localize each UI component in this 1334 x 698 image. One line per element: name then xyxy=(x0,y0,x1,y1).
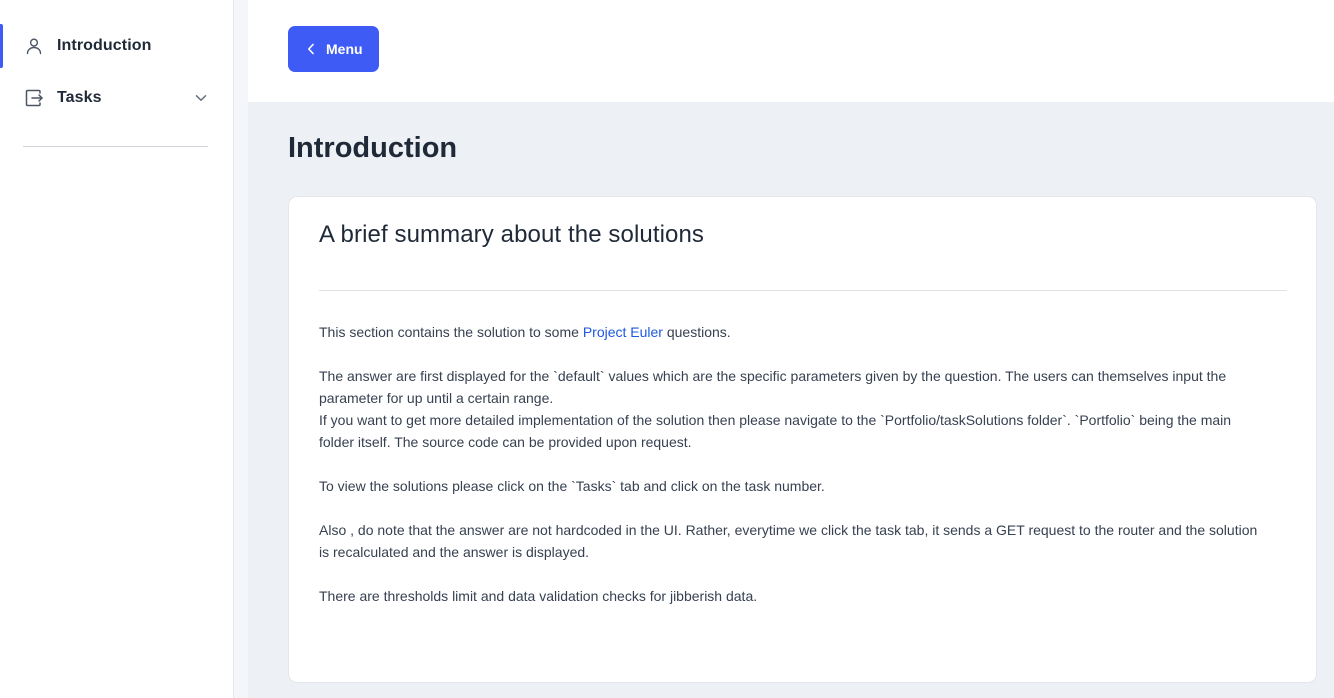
exit-box-icon xyxy=(24,88,44,108)
user-icon xyxy=(24,36,44,56)
main-content: Introduction A brief summary about the s… xyxy=(248,102,1334,698)
chevron-left-icon xyxy=(305,42,317,56)
menu-button-label: Menu xyxy=(326,41,363,57)
page-title: Introduction xyxy=(288,132,458,164)
sidebar-item-label: Introduction xyxy=(57,37,152,54)
defaults-paragraph: The answer are first displayed for the `… xyxy=(319,368,1227,406)
summary-card: A brief summary about the solutions This… xyxy=(288,196,1317,683)
intro-text-end: questions. xyxy=(662,324,731,340)
sidebar-item-introduction[interactable]: Introduction xyxy=(0,23,233,69)
sidebar-item-tasks[interactable]: Tasks xyxy=(0,75,233,121)
implementation-paragraph: If you want to get more detailed impleme… xyxy=(319,412,1232,450)
card-divider xyxy=(319,290,1287,291)
app-window: Introduction Tasks Menu Introduction A b… xyxy=(0,0,1334,698)
menu-button[interactable]: Menu xyxy=(288,26,379,72)
sidebar-divider xyxy=(23,146,208,147)
card-body: This section contains the solution to so… xyxy=(319,321,1269,607)
sidebar-gutter xyxy=(234,0,248,698)
intro-paragraph: This section contains the solution to so… xyxy=(319,321,1269,343)
project-euler-link[interactable]: Project Euler xyxy=(583,324,663,340)
tasks-paragraph: To view the solutions please click on th… xyxy=(319,478,825,494)
sidebar-item-label: Tasks xyxy=(57,89,102,106)
thresholds-paragraph: There are thresholds limit and data vali… xyxy=(319,588,758,604)
hardcoded-paragraph: Also , do note that the answer are not h… xyxy=(319,522,1258,560)
sidebar: Introduction Tasks xyxy=(0,0,234,698)
top-bar: Menu xyxy=(248,0,1334,102)
intro-text: This section contains the solution to so… xyxy=(319,324,583,340)
card-title: A brief summary about the solutions xyxy=(319,221,705,248)
chevron-down-icon[interactable] xyxy=(193,90,209,106)
